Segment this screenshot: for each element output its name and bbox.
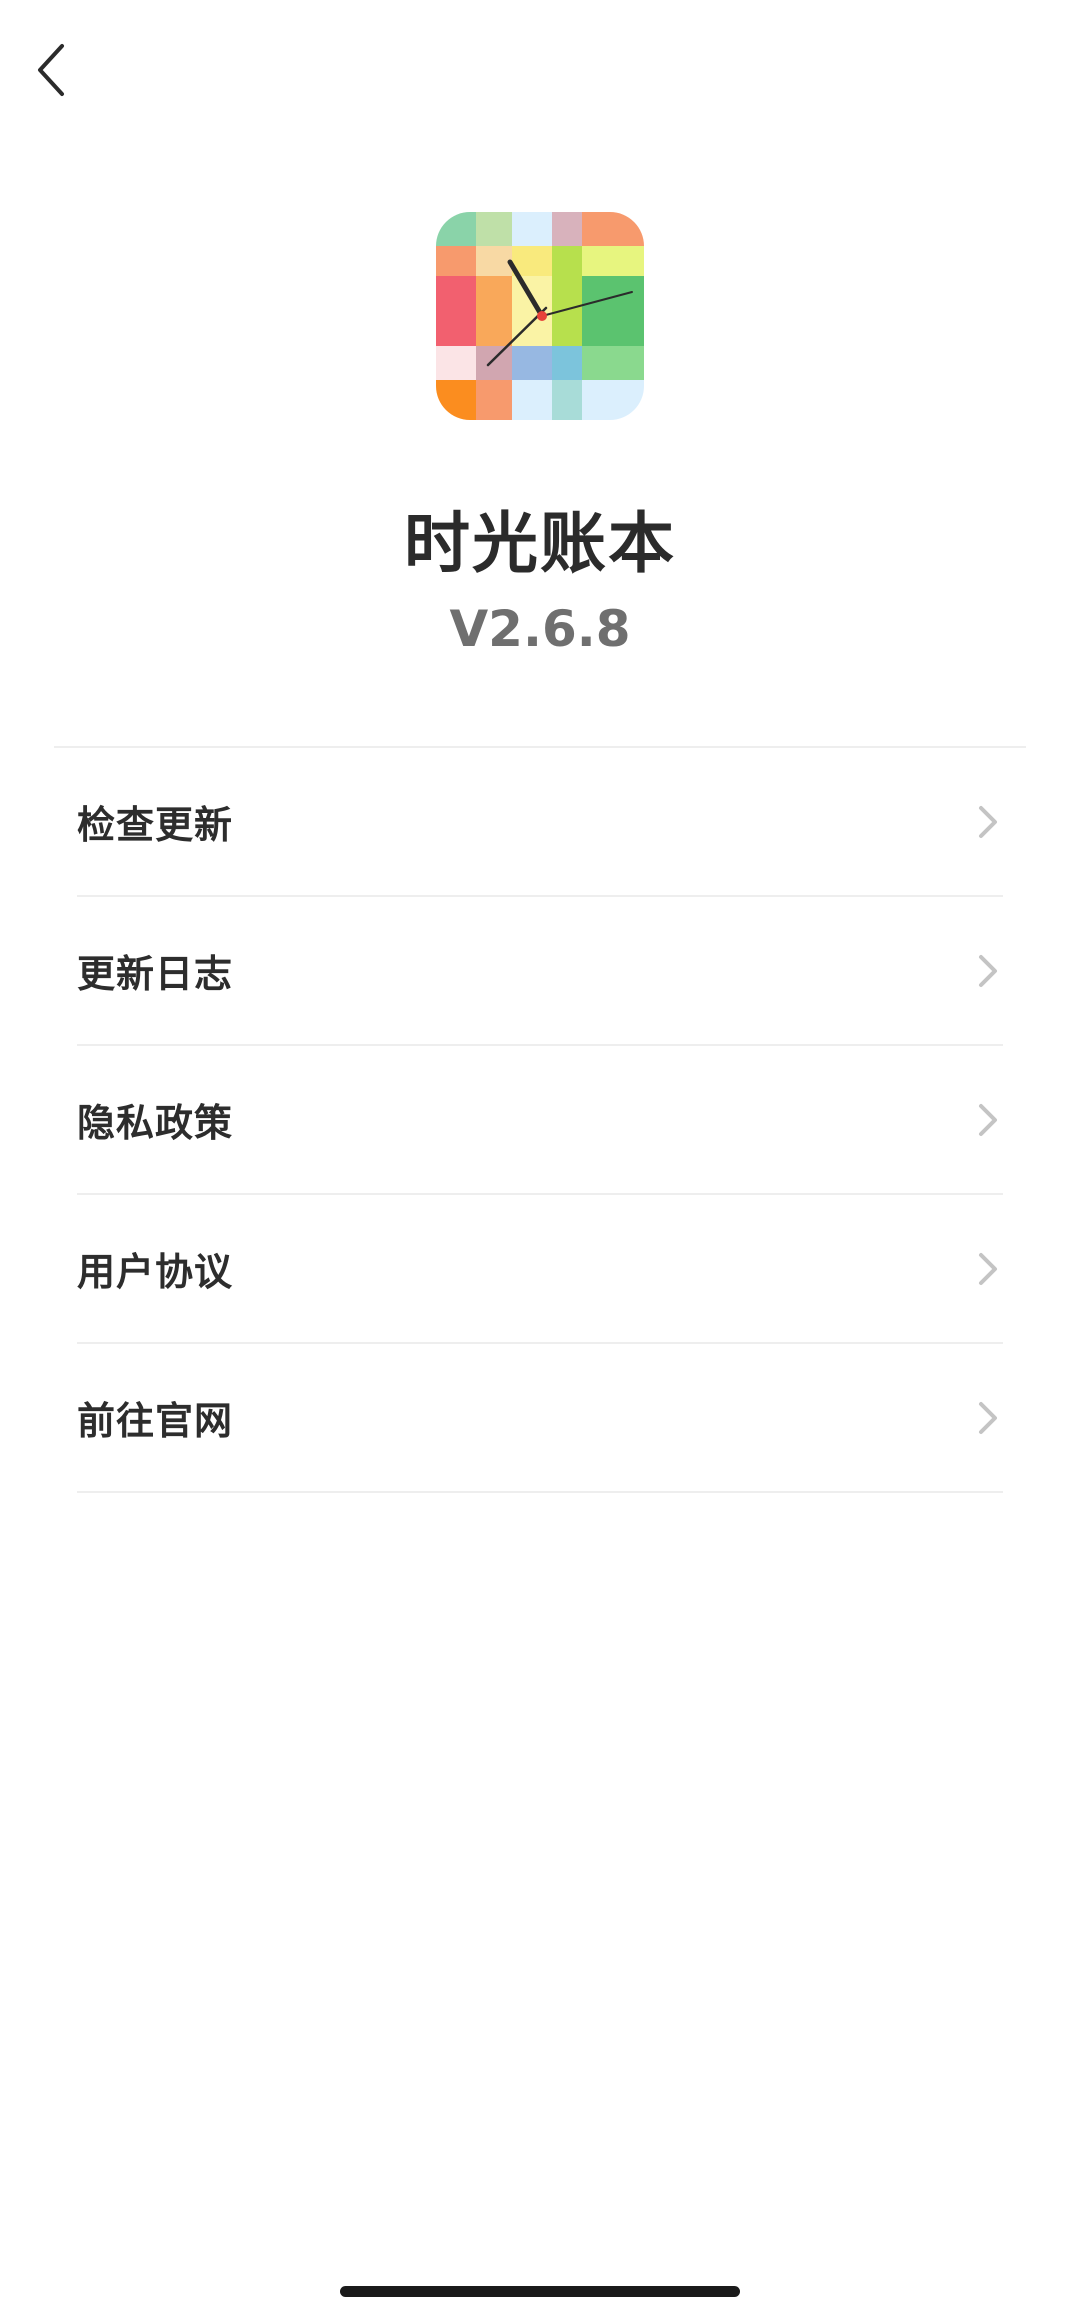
chevron-right-icon <box>975 1398 1001 1438</box>
chevron-right-icon <box>975 1100 1001 1140</box>
menu-list: 检查更新 更新日志 隐私政策 用户协议 前往官网 <box>77 748 1003 1493</box>
chevron-right-icon <box>975 802 1001 842</box>
app-icon <box>436 212 644 420</box>
changelog-item[interactable]: 更新日志 <box>77 897 1003 1046</box>
user-agreement-item[interactable]: 用户协议 <box>77 1195 1003 1344</box>
home-indicator[interactable] <box>340 2286 740 2297</box>
check-update-item[interactable]: 检查更新 <box>77 748 1003 897</box>
app-version: V2.6.8 <box>449 600 631 658</box>
chevron-left-icon <box>38 44 64 96</box>
back-button[interactable] <box>20 30 80 110</box>
menu-item-label: 前往官网 <box>77 1399 234 1443</box>
official-website-item[interactable]: 前往官网 <box>77 1344 1003 1493</box>
menu-item-label: 更新日志 <box>77 952 234 996</box>
menu-item-label: 用户协议 <box>77 1250 234 1294</box>
chevron-right-icon <box>975 951 1001 991</box>
chevron-right-icon <box>975 1249 1001 1289</box>
menu-item-label: 隐私政策 <box>77 1101 234 1145</box>
app-name: 时光账本 <box>404 505 676 582</box>
menu-item-label: 检查更新 <box>77 803 234 847</box>
about-page: 时光账本 V2.6.8 检查更新 更新日志 隐私政策 用户协议 前往官网 <box>0 0 1080 2314</box>
privacy-policy-item[interactable]: 隐私政策 <box>77 1046 1003 1195</box>
